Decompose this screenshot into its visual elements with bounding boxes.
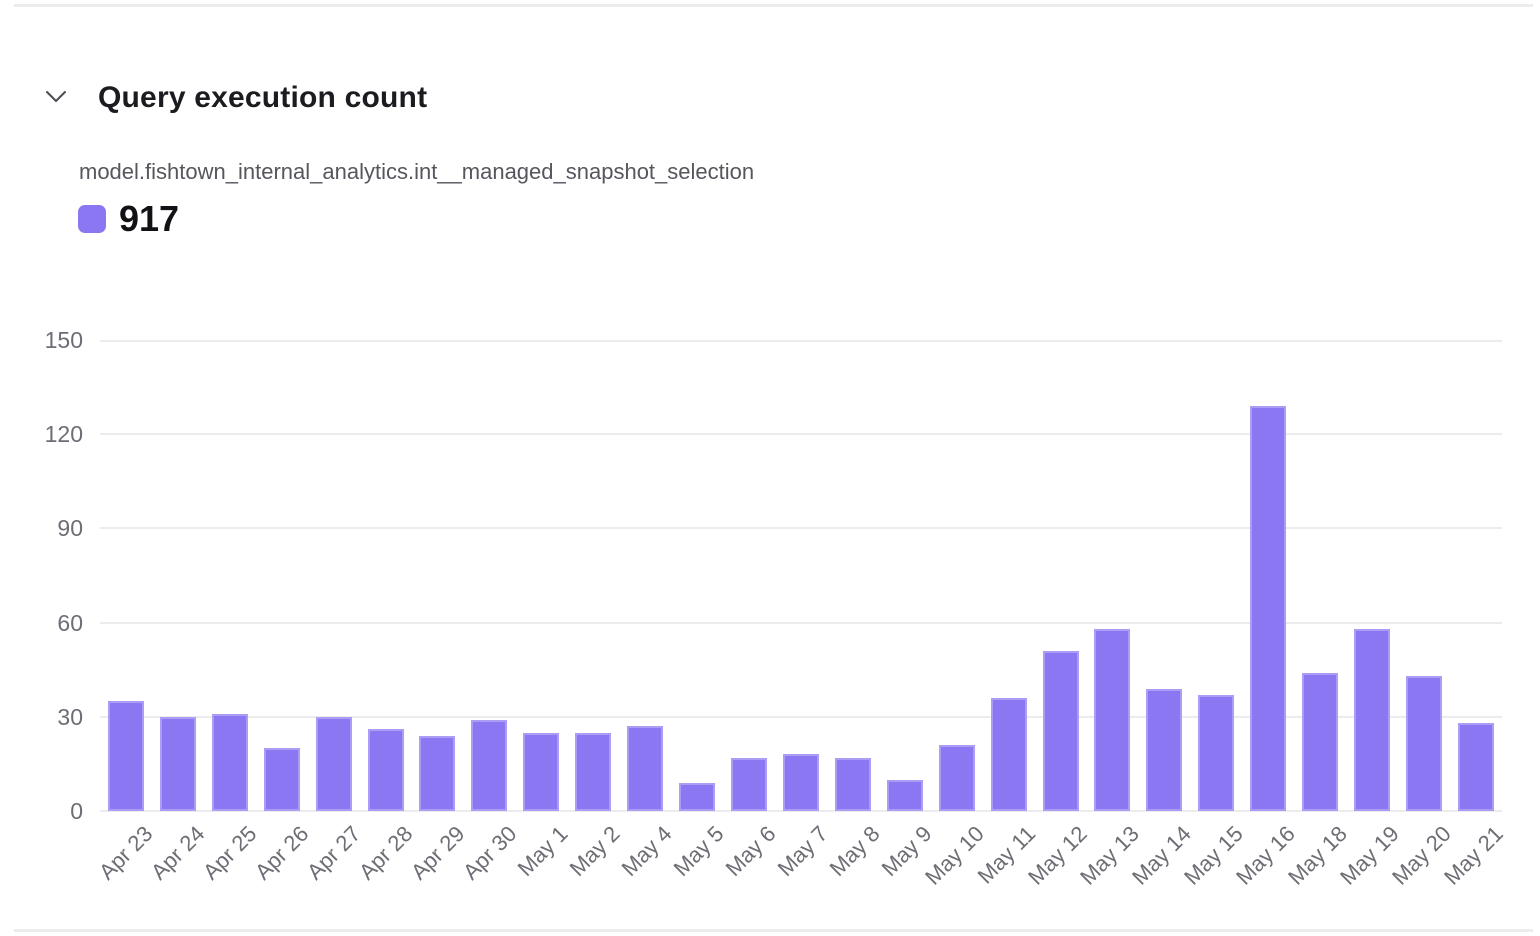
bars-layer: Apr 23Apr 24Apr 25Apr 26Apr 27Apr 28Apr …: [100, 340, 1502, 811]
x-axis-label: Apr 28: [354, 821, 418, 885]
bar-may-4[interactable]: [627, 726, 663, 811]
bar-may-1[interactable]: [523, 733, 559, 812]
bar-slot: May 5: [671, 340, 723, 811]
bar-slot: May 1: [515, 340, 567, 811]
bar-may-16[interactable]: [1250, 406, 1286, 811]
bar-may-9[interactable]: [887, 780, 923, 811]
bar-slot: May 14: [1138, 340, 1190, 811]
bar-may-15[interactable]: [1198, 695, 1234, 811]
bar-may-7[interactable]: [783, 754, 819, 811]
bar-may-10[interactable]: [939, 745, 975, 811]
y-axis-tick-label: 150: [0, 327, 83, 354]
x-axis-label: Apr 23: [94, 821, 158, 885]
chevron-down-icon[interactable]: [45, 89, 67, 105]
bar-slot: Apr 25: [204, 340, 256, 811]
x-axis-label: May 7: [773, 821, 834, 882]
top-divider: [14, 4, 1533, 7]
legend-value: 917: [119, 204, 179, 233]
y-axis-tick-label: 90: [0, 515, 83, 542]
series-label: model.fishtown_internal_analytics.int__m…: [79, 159, 754, 185]
bar-may-20[interactable]: [1406, 676, 1442, 811]
panel-header: Query execution count: [0, 40, 1540, 76]
bar-slot: Apr 23: [100, 340, 152, 811]
bottom-divider: [14, 929, 1533, 932]
bar-slot: May 16: [1242, 340, 1294, 811]
bar-may-8[interactable]: [835, 758, 871, 811]
x-axis-label: Apr 29: [406, 821, 470, 885]
bar-may-13[interactable]: [1094, 629, 1130, 811]
bar-apr-25[interactable]: [212, 714, 248, 811]
x-axis-label: May 2: [565, 821, 626, 882]
bar-slot: May 20: [1398, 340, 1450, 811]
bar-slot: May 19: [1346, 340, 1398, 811]
y-axis-tick-label: 0: [0, 798, 83, 825]
bar-chart: 0306090120150 Apr 23Apr 24Apr 25Apr 26Ap…: [100, 340, 1502, 811]
bar-slot: May 13: [1087, 340, 1139, 811]
bar-slot: Apr 24: [152, 340, 204, 811]
bar-apr-30[interactable]: [471, 720, 507, 811]
bar-apr-29[interactable]: [419, 736, 455, 811]
x-axis-label: May 1: [513, 821, 574, 882]
bar-slot: Apr 28: [360, 340, 412, 811]
x-axis-label: May 4: [617, 821, 678, 882]
bar-slot: May 7: [775, 340, 827, 811]
bar-apr-27[interactable]: [316, 717, 352, 811]
bar-slot: May 2: [567, 340, 619, 811]
bar-apr-24[interactable]: [160, 717, 196, 811]
bar-may-6[interactable]: [731, 758, 767, 811]
bar-may-5[interactable]: [679, 783, 715, 811]
bar-slot: May 21: [1450, 340, 1502, 811]
x-axis-label: Apr 26: [250, 821, 314, 885]
bar-slot: May 18: [1294, 340, 1346, 811]
bar-slot: Apr 27: [308, 340, 360, 811]
bar-apr-26[interactable]: [264, 748, 300, 811]
bar-slot: May 11: [983, 340, 1035, 811]
legend-swatch: [78, 205, 106, 233]
y-axis-tick-label: 60: [0, 610, 83, 637]
bar-may-12[interactable]: [1043, 651, 1079, 811]
bar-slot: May 15: [1190, 340, 1242, 811]
bar-slot: Apr 30: [463, 340, 515, 811]
x-axis-label: May 5: [669, 821, 730, 882]
y-axis-tick-label: 120: [0, 421, 83, 448]
bar-slot: May 4: [619, 340, 671, 811]
legend-item[interactable]: 917: [78, 204, 179, 233]
page-title: Query execution count: [98, 81, 427, 115]
bar-apr-28[interactable]: [368, 729, 404, 811]
bar-may-11[interactable]: [991, 698, 1027, 811]
bar-may-21[interactable]: [1458, 723, 1494, 811]
bar-slot: May 6: [723, 340, 775, 811]
bar-slot: Apr 26: [256, 340, 308, 811]
bar-may-14[interactable]: [1146, 689, 1182, 811]
x-axis-label: May 8: [825, 821, 886, 882]
y-axis-tick-label: 30: [0, 704, 83, 731]
x-axis-label: Apr 30: [458, 821, 522, 885]
bar-slot: Apr 29: [412, 340, 464, 811]
bar-slot: May 10: [931, 340, 983, 811]
x-axis-label: May 6: [721, 821, 782, 882]
x-axis-label: Apr 27: [302, 821, 366, 885]
bar-slot: May 9: [879, 340, 931, 811]
x-axis-label: Apr 24: [146, 821, 210, 885]
bar-may-2[interactable]: [575, 733, 611, 812]
bar-may-18[interactable]: [1302, 673, 1338, 811]
bar-slot: May 12: [1035, 340, 1087, 811]
x-axis-label: Apr 25: [198, 821, 262, 885]
bar-slot: May 8: [827, 340, 879, 811]
bar-may-19[interactable]: [1354, 629, 1390, 811]
bar-apr-23[interactable]: [108, 701, 144, 811]
